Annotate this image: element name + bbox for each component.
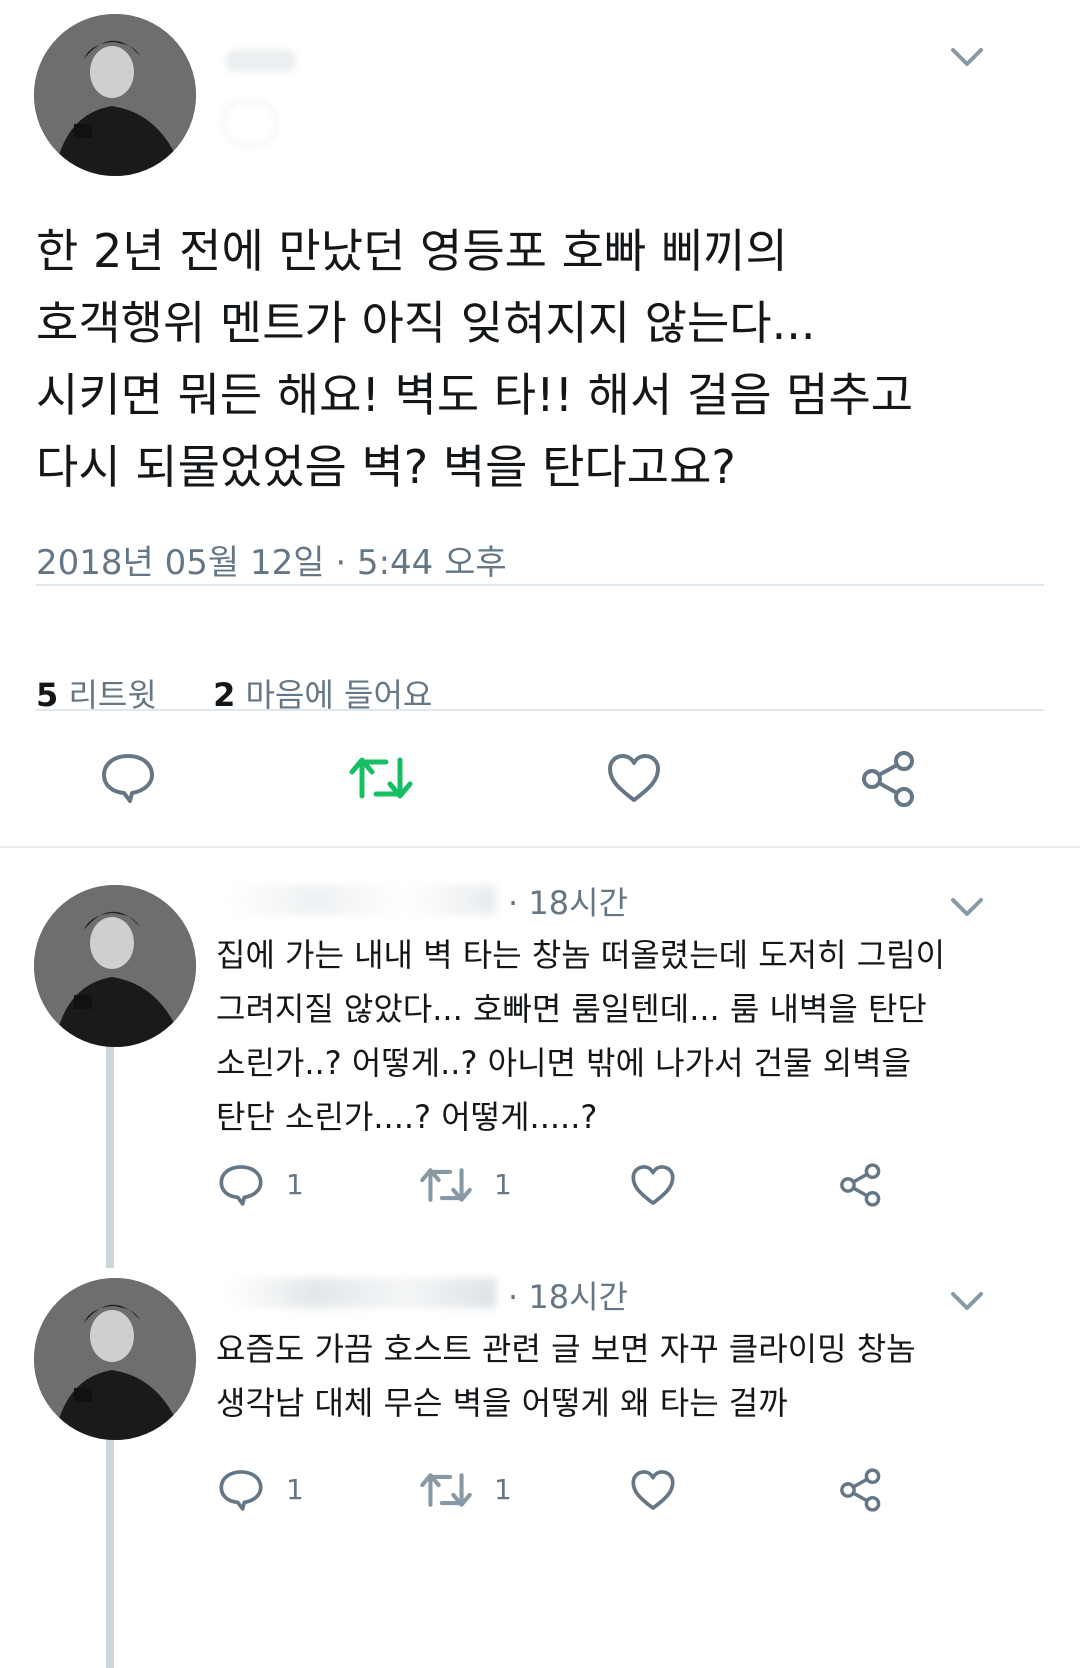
retweet-icon [420, 1473, 472, 1507]
share-button[interactable] [836, 1465, 886, 1515]
reply-author-blurred[interactable] [226, 1278, 496, 1308]
share-icon [840, 1163, 881, 1207]
reply-button[interactable] [96, 748, 160, 808]
retweet-button[interactable] [418, 1465, 474, 1515]
like-icon [631, 1470, 675, 1510]
like-button[interactable] [628, 1160, 678, 1210]
chevron-down-icon[interactable] [950, 46, 984, 68]
like-icon [608, 754, 660, 802]
reply-icon [102, 754, 154, 803]
like-icon [631, 1165, 675, 1205]
section-separator [0, 846, 1080, 848]
reply-count: 1 [286, 1473, 304, 1506]
chevron-down-icon[interactable] [950, 896, 984, 918]
like-button[interactable] [628, 1465, 678, 1515]
reply-icon [219, 1470, 263, 1511]
retweet-icon [420, 1168, 472, 1202]
share-icon [862, 751, 914, 807]
reply-avatar[interactable] [34, 885, 196, 1047]
retweet-icon [349, 757, 413, 799]
share-icon [840, 1468, 881, 1512]
author-handle-blurred[interactable] [222, 100, 278, 146]
reply-text: 요즘도 가끔 호스트 관련 글 보면 자꾸 클라이밍 창놈 생각남 대체 무슨 … [216, 1330, 916, 1422]
reply-count: 1 [286, 1168, 304, 1201]
reply-time[interactable]: · 18시간 [508, 878, 628, 924]
reply-avatar[interactable] [34, 1278, 196, 1440]
share-button[interactable] [854, 748, 924, 810]
thread-line [106, 1043, 114, 1268]
tweet-date[interactable]: 2018년 05월 12일 · 5:44 오후 [36, 535, 507, 584]
reply-author-blurred[interactable] [226, 885, 496, 915]
retweet-count: 1 [494, 1473, 512, 1506]
divider [36, 584, 1044, 586]
reply-text: 집에 가는 내내 벽 타는 창놈 떠올렸는데 도저히 그림이 그려지질 않았다.… [216, 936, 946, 1136]
divider [36, 709, 1044, 711]
retweet-count: 1 [494, 1168, 512, 1201]
tweet-text: 한 2년 전에 만났던 영등포 호빠 삐끼의 호객행위 멘트가 아직 잊혀지지 … [36, 224, 914, 494]
reply-time[interactable]: · 18시간 [508, 1272, 628, 1318]
author-name-blurred[interactable] [226, 50, 296, 72]
retweet-button[interactable] [418, 1160, 474, 1210]
author-avatar[interactable] [34, 14, 196, 176]
like-button[interactable] [602, 748, 666, 808]
thread-line [106, 1436, 114, 1668]
chevron-down-icon[interactable] [950, 1290, 984, 1312]
reply-button[interactable] [216, 1160, 266, 1210]
share-button[interactable] [836, 1160, 886, 1210]
retweet-button[interactable] [346, 748, 416, 808]
reply-button[interactable] [216, 1465, 266, 1515]
reply-icon [219, 1165, 263, 1206]
